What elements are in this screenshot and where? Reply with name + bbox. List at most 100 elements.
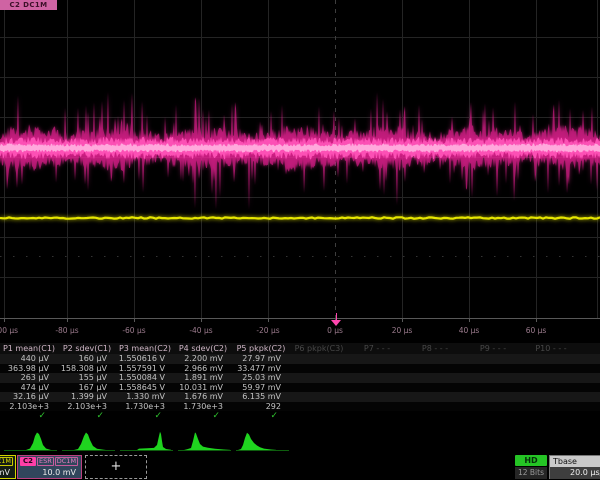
param-header-p1[interactable]: P1 mean(C1) [0,343,58,354]
timebase-descriptor[interactable]: Tbase 20.0 µs/div [549,455,600,479]
param-value-cell: 33.477 mV [232,364,290,374]
time-axis-label: 60 µs [516,326,556,335]
param-value-cell [464,392,522,402]
trace-label-badge[interactable]: C2 DC1M [0,0,57,10]
param-status-check [464,411,522,422]
axis-tick [67,319,68,322]
param-value-cell: 160 µV [58,354,116,364]
time-axis-label: 40 µs [449,326,489,335]
c1-trace-line [0,217,600,218]
c2-coupling-badge: DC1M [55,457,78,466]
timebase-title: Tbase [550,456,600,467]
hd-mode-indicator[interactable]: HD 12 Bits [515,455,547,479]
waveform-canvas [0,0,600,318]
param-status-check [522,411,580,422]
param-value-cell: 1.730e+3 [174,402,232,412]
param-status-check: ✓ [232,411,290,422]
param-value-cell: 158.308 µV [58,364,116,374]
param-value-cell: 1.550084 V [116,373,174,383]
param-histicons [0,429,300,454]
param-value-cell: 1.550616 V [116,354,174,364]
time-axis-label: -40 µs [181,326,221,335]
time-axis-label: 0 µs [315,326,355,335]
param-status-check [290,411,348,422]
param-value-cell: 1.891 mV [174,373,232,383]
param-value-cell: 2.966 mV [174,364,232,374]
param-value-cell [290,373,348,383]
param-value-cell [290,354,348,364]
param-value-cell: 59.97 mV [232,383,290,393]
param-header-p5[interactable]: P5 pkpk(C2) [232,343,290,354]
param-value-cell: 363.98 µV [0,364,58,374]
param-value-cell [290,402,348,412]
histicon-p1[interactable] [26,433,51,451]
time-axis-label: 20 µs [382,326,422,335]
param-header-p7[interactable]: P7 - - - [348,343,406,354]
param-value-cell [580,354,600,364]
param-value-cell [348,392,406,402]
param-header-p10[interactable]: P10 - - - [522,343,580,354]
param-value-cell: 474 µV [0,383,58,393]
channel-c1-descriptor[interactable]: DC1M 10.0 mV [0,455,16,479]
histicon-p3[interactable] [137,432,171,450]
channel-c2-descriptor[interactable]: C2 ESR DC1M 10.0 mV [17,455,82,479]
c2-noise-trace [0,92,600,210]
param-value-cell [522,373,580,383]
param-status-check: ✓ [58,411,116,422]
param-value-cell: 1.730e+3 [116,402,174,412]
param-status-check [580,411,600,422]
c1-vertical-scale: 10.0 mV [0,466,13,477]
param-value-cell [464,364,522,374]
param-value-cell [580,392,600,402]
param-header-p4[interactable]: P4 sdev(C2) [174,343,232,354]
timebase-scale: 20.0 µs/div [550,467,600,479]
param-value-cell: 167 µV [58,383,116,393]
param-value-cell: 263 µV [0,373,58,383]
param-value-cell [464,373,522,383]
time-axis-label: -100 µs [0,326,24,335]
param-value-cell [290,383,348,393]
param-header-p9[interactable]: P9 - - - [464,343,522,354]
param-value-cell: 2.103e+3 [0,402,58,412]
add-trace-button[interactable]: + [85,455,147,479]
param-value-cell: 25.03 mV [232,373,290,383]
c2-esr-badge: ESR [37,457,54,466]
axis-tick [268,319,269,322]
param-status-check: ✓ [0,411,58,422]
param-header-p11[interactable]: P11 [580,343,600,354]
histicon-p5[interactable] [238,433,276,450]
param-value-cell [464,354,522,364]
waveform-grid: C2 DC1M [0,0,600,318]
histicon-p4[interactable] [184,432,230,450]
param-value-cell [406,364,464,374]
trigger-position-marker[interactable] [331,320,341,326]
axis-tick [536,319,537,322]
param-value-cell [464,402,522,412]
param-value-cell [406,392,464,402]
param-header-p3[interactable]: P3 mean(C2) [116,343,174,354]
param-status-check: ✓ [174,411,232,422]
param-value-cell [580,364,600,374]
measurement-table: P1 mean(C1)P2 sdev(C1)P3 mean(C2)P4 sdev… [0,343,600,422]
axis-tick [4,319,5,322]
axis-tick [469,319,470,322]
param-value-cell [406,402,464,412]
param-header-p6[interactable]: P6 pkpk(C3) [290,343,348,354]
oscilloscope-screen: C2 DC1M -100 µs-80 µs-60 µs-40 µs-20 µs0… [0,0,600,480]
param-value-cell: 155 µV [58,373,116,383]
param-value-cell: 32.16 µV [0,392,58,402]
param-value-cell [290,392,348,402]
param-value-cell [580,373,600,383]
param-header-p8[interactable]: P8 - - - [406,343,464,354]
descriptor-row: DC1M 10.0 mV C2 ESR DC1M 10.0 mV + HD 12… [0,455,600,480]
param-value-cell: 440 µV [0,354,58,364]
axis-tick [201,319,202,322]
param-value-cell: 292 [232,402,290,412]
param-value-cell [348,383,406,393]
histicon-p2[interactable] [74,433,106,451]
param-value-cell [348,402,406,412]
param-header-p2[interactable]: P2 sdev(C1) [58,343,116,354]
param-value-cell: 10.031 mV [174,383,232,393]
trigger-position-stem [336,313,337,320]
param-value-cell [348,354,406,364]
